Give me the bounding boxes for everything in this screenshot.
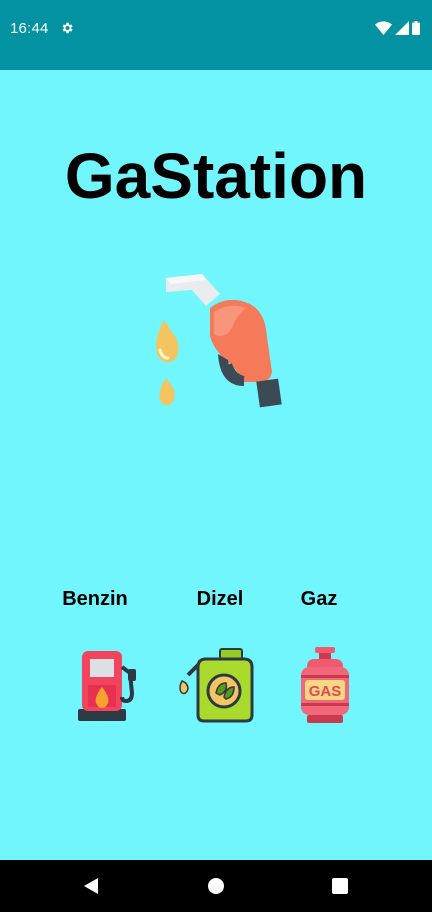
benzin-label: Benzin xyxy=(62,588,128,610)
recents-icon[interactable] xyxy=(331,877,349,895)
status-icons xyxy=(375,21,420,35)
status-bar: 16:44 xyxy=(0,0,432,70)
gaz-label: Gaz xyxy=(300,588,338,610)
gas-pump-icon[interactable] xyxy=(68,645,148,725)
battery-icon xyxy=(412,21,420,35)
gas-cylinder-icon[interactable]: GAS xyxy=(285,645,365,725)
navigation-bar xyxy=(0,860,432,912)
home-icon[interactable] xyxy=(207,877,225,895)
eco-fuel-canister-icon[interactable] xyxy=(178,645,258,725)
app-screen: 16:44 GaStation Benzin Dizel Gaz GAS xyxy=(0,0,432,912)
dizel-label: Dizel xyxy=(196,588,244,610)
wifi-icon xyxy=(375,21,392,35)
status-time: 16:44 xyxy=(10,20,49,37)
app-title: GaStation xyxy=(64,140,368,212)
fuel-nozzle-icon xyxy=(156,274,282,408)
settings-gear-icon xyxy=(62,22,73,34)
gas-cylinder-text: GAS xyxy=(309,683,342,700)
back-icon[interactable] xyxy=(82,877,100,895)
signal-icon xyxy=(395,21,409,35)
